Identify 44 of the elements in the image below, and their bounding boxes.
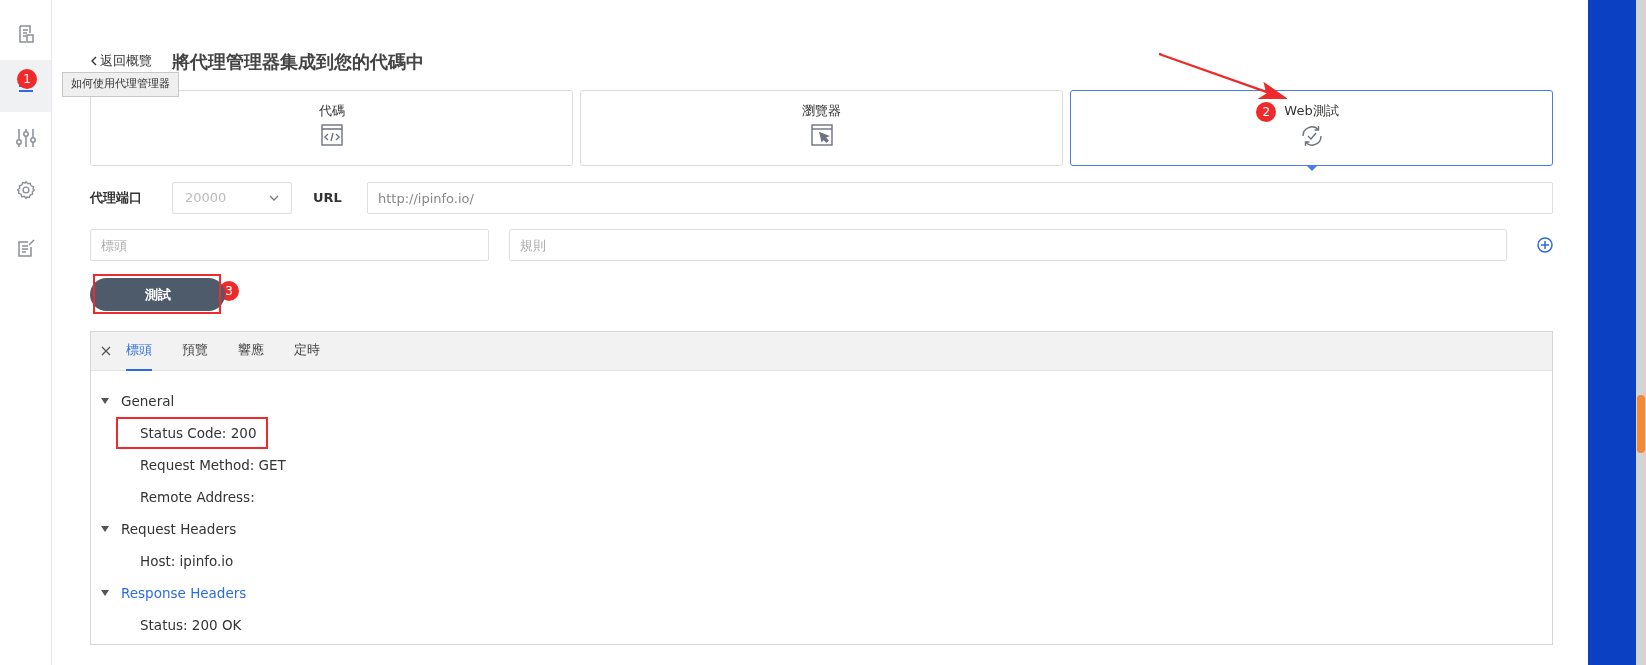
port-label: 代理端口 xyxy=(90,189,143,208)
sidebar-item[interactable]: 1 xyxy=(0,60,51,112)
chevron-left-icon xyxy=(90,56,98,66)
back-link[interactable]: 返回概覽 xyxy=(90,51,152,71)
tree-item: Request Method: GET xyxy=(139,455,287,475)
caret-icon[interactable] xyxy=(101,590,109,596)
tree-group-label[interactable]: General xyxy=(121,390,175,412)
tree-item: Status: 200 OK xyxy=(139,615,243,635)
result-tab[interactable]: 預覽 xyxy=(182,331,208,371)
page-title: 將代理管理器集成到您的代碼中 xyxy=(172,49,424,74)
caret-icon[interactable] xyxy=(101,526,109,532)
mode-label: 代碼 xyxy=(318,102,345,120)
close-icon[interactable] xyxy=(101,346,111,356)
tree-group-label[interactable]: Response Headers xyxy=(121,582,247,604)
header-field[interactable]: 標頭 xyxy=(90,229,489,261)
mode-label: 瀏覽器 xyxy=(802,102,841,120)
mode-label: Web測試 xyxy=(1284,102,1339,120)
result-tab[interactable]: 定時 xyxy=(294,331,320,371)
url-field[interactable]: http://ipinfo.io/ xyxy=(367,182,1553,214)
mode-tab[interactable]: 瀏覽器 xyxy=(580,90,1063,166)
add-icon[interactable] xyxy=(1537,237,1553,253)
edit-note-icon xyxy=(15,238,36,258)
result-tab[interactable]: 響應 xyxy=(238,331,264,371)
tree-group-label[interactable]: Request Headers xyxy=(121,518,237,540)
browser-cursor-icon xyxy=(809,123,834,147)
tree-item: Remote Address: xyxy=(139,487,256,507)
pointer-triangle-icon xyxy=(1306,166,1317,171)
number-badge: 2 xyxy=(1256,102,1277,122)
sliders-icon xyxy=(14,127,37,149)
chevron-down-icon xyxy=(269,195,279,201)
mode-tab[interactable]: 代碼 xyxy=(90,90,573,166)
result-tab[interactable]: 標頭 xyxy=(126,331,152,371)
number-badge: 1 xyxy=(17,69,37,89)
code-icon xyxy=(319,123,344,147)
caret-icon[interactable] xyxy=(101,398,109,404)
mode-tab[interactable]: 2 Web測試 xyxy=(1070,90,1553,166)
rule-field[interactable]: 規則 xyxy=(509,229,1507,261)
tree-item: Host: ipinfo.io xyxy=(139,551,235,571)
tooltip: 如何使用代理管理器 xyxy=(62,72,179,97)
url-label: URL xyxy=(313,189,343,208)
scrollbar-thumb[interactable] xyxy=(1637,395,1645,453)
settings-icon xyxy=(15,180,36,200)
tree-item: Status Code: 200 xyxy=(118,418,267,448)
test-button[interactable]: 測試 xyxy=(90,278,225,311)
